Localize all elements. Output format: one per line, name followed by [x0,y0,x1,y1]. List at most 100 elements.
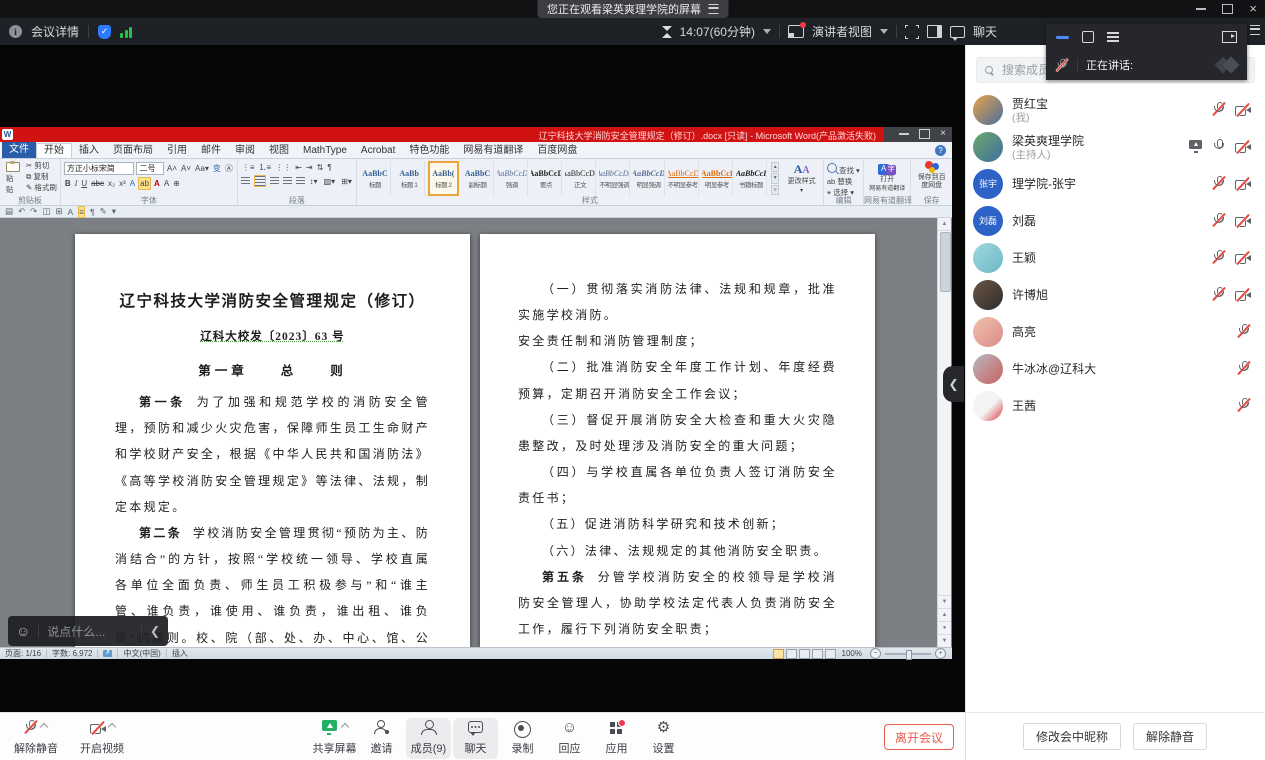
tab-mailings[interactable]: 邮件 [194,143,228,158]
style-strong[interactable]: AaBbCcD要点 [531,161,562,196]
borders-icon[interactable]: ⊞▾ [340,176,353,187]
mic-on-icon[interactable] [1213,139,1226,154]
member-row[interactable]: 牛冰冰@辽科大 [966,350,1265,387]
word-minimize-icon[interactable] [899,133,909,135]
print-preview-icon[interactable]: ◫ [42,206,50,217]
chat-header-label[interactable]: 聊天 [973,23,997,40]
style-subtle-reference[interactable]: AaBbCcD不明显参考 [668,161,699,196]
page-indicator[interactable]: 页面: 1/16 [5,648,41,659]
tab-acrobat[interactable]: Acrobat [354,143,402,158]
scroll-down-icon[interactable]: ▼ [938,595,951,608]
window-minimize-icon[interactable] [1196,8,1206,10]
char-border-icon[interactable]: Ⓐ [224,163,234,174]
mic-options-icon[interactable] [40,723,48,731]
leave-meeting-button[interactable]: 离开会议 [884,724,954,750]
mic-off-icon[interactable] [1238,324,1251,339]
align-center-icon[interactable] [254,175,267,187]
replace-button[interactable]: ab 替换 [827,177,860,187]
document-page-right[interactable]: （一）贯彻落实消防法律、法规和规章，批准实施学校消防。 安全责任制和消防管理制度… [480,234,875,647]
window-maximize-icon[interactable] [1222,4,1233,14]
tab-file[interactable]: 文件 [2,142,36,158]
youdao-open-button[interactable]: A字 打开 网易有道翻译 [869,161,905,196]
font-family-select[interactable]: 方正小标宋简 [64,162,135,175]
zoom-in-icon[interactable]: + [935,648,946,659]
zoom-level[interactable]: 100% [842,649,862,658]
grow-font-icon[interactable]: A˄ [166,163,178,174]
print-layout-view-icon[interactable] [773,649,784,659]
meeting-details-link[interactable]: 会议详情 [31,23,79,40]
banner-menu-icon[interactable] [708,4,718,14]
tab-insert[interactable]: 插入 [72,143,106,158]
unmute-button[interactable]: 解除静音 [10,720,62,756]
numbering-icon[interactable]: ⒈≡ [258,162,273,173]
italic-icon[interactable]: I [74,178,79,189]
tab-home[interactable]: 开始 [36,143,72,158]
font-color-icon[interactable]: A [153,178,161,189]
mic-off-icon[interactable] [1238,398,1251,413]
settings-button[interactable]: ⚙ 设置 [641,720,686,759]
style-book-title[interactable]: AaBbCcI书籍标题 [736,161,767,196]
window-close-icon[interactable]: × [1249,3,1257,15]
chat-button[interactable]: 聊天 [453,718,498,759]
member-row[interactable]: 王茜 [966,387,1265,424]
member-row[interactable]: 高亮 [966,313,1265,350]
security-shield-icon[interactable]: ✓ [98,25,111,39]
mic-off-icon[interactable] [1213,287,1226,302]
bold-icon[interactable]: B [64,178,72,189]
zoom-slider-thumb[interactable] [906,650,912,660]
superscript-icon[interactable]: x² [118,178,127,189]
scroll-up-icon[interactable]: ▲ [938,218,951,231]
word-maximize-icon[interactable] [919,129,930,139]
invite-button[interactable]: 邀请 [359,720,404,759]
justify-icon[interactable] [283,177,292,185]
style-emphasis[interactable]: AaBbCcD强调 [497,161,528,196]
video-options-icon[interactable] [107,723,115,731]
camera-off-icon[interactable] [1235,142,1251,154]
cut-button[interactable]: ✂ 剪切 [26,161,57,171]
sort-icon[interactable]: ⇅ [316,162,325,173]
mic-off-icon[interactable] [1213,213,1226,228]
zoom-slider[interactable] [885,653,931,655]
collapse-chatbar-icon[interactable]: ❮ [150,624,160,638]
camera-off-icon[interactable] [1235,253,1251,265]
tab-mathtype[interactable]: MathType [296,143,354,158]
style-normal[interactable]: AaBbCcDd正文 [565,161,596,196]
line-spacing-icon[interactable]: ↕▾ [309,176,319,187]
highlight-color-icon[interactable]: ab [138,177,151,190]
mic-off-icon[interactable] [1213,250,1226,265]
tab-view[interactable]: 视图 [262,143,296,158]
mic-off-icon[interactable] [1213,176,1226,191]
redo-icon[interactable]: ↷ [30,206,37,217]
tab-youdao[interactable]: 网易有道翻译 [456,143,530,158]
word-count[interactable]: 字数: 6,972 [52,648,92,659]
mic-off-icon[interactable] [1213,102,1226,117]
pilcrow-tool-icon[interactable]: ¶ [90,207,95,217]
side-panel-icon[interactable] [927,25,942,38]
rename-button[interactable]: 修改会中昵称 [1023,723,1121,750]
style-intense-emphasis[interactable]: AaBbCcD明显强调 [633,161,664,196]
more-menu-icon[interactable] [1250,25,1260,35]
style-subtitle[interactable]: AaBbC副标题 [462,161,493,196]
camera-off-icon[interactable] [1235,290,1251,302]
member-row[interactable]: 王颖 [966,239,1265,276]
style-heading2[interactable]: AaBb(标题 2 [428,161,459,196]
save-to-baidupan-button[interactable]: 保存到百度网盘 [915,161,949,196]
apps-button[interactable]: 应用 [594,720,639,759]
zoom-out-icon[interactable]: − [870,648,881,659]
highlight-tool-icon[interactable]: ≡ [78,206,85,218]
font-tool-icon[interactable]: A [67,207,73,217]
member-row[interactable]: 张宇 理学院-张宇 [966,165,1265,202]
spellcheck-icon[interactable]: ✗ [103,650,112,657]
document-page-left[interactable]: 辽宁科技大学消防安全管理规定（修订） 辽科大校发〔2023〕63 号 第一章 总… [75,234,470,647]
shrink-font-icon[interactable]: A˅ [180,163,192,174]
reactions-button[interactable]: ☺ 回应 [547,720,592,759]
share-options-icon[interactable] [340,723,348,731]
member-row[interactable]: 刘磊 刘磊 [966,202,1265,239]
web-layout-view-icon[interactable] [799,649,810,659]
font-size-select[interactable]: 二号 [136,162,164,175]
edit-tool-icon[interactable]: ✎ [100,206,107,217]
word-close-icon[interactable]: × [940,129,946,139]
next-page-icon[interactable]: ▼ [938,634,951,647]
style-intense-reference[interactable]: AaBbCcI明显参考 [702,161,733,196]
record-button[interactable]: 录制 [500,720,545,759]
